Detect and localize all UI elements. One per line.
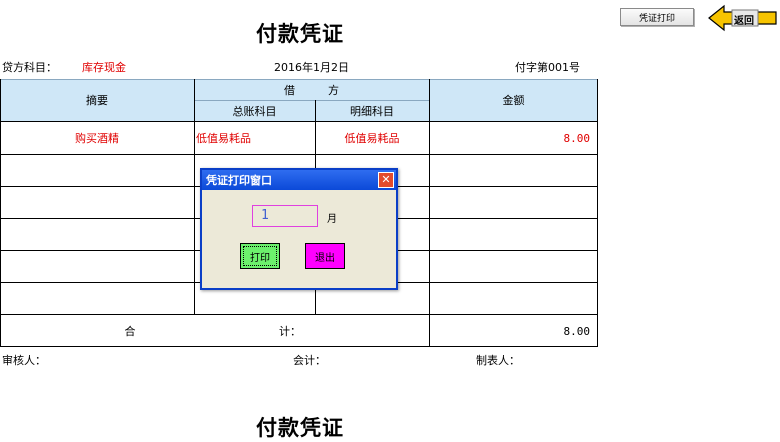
month-input[interactable]: 1 bbox=[252, 205, 318, 227]
grid-line bbox=[0, 79, 598, 80]
grid-line bbox=[194, 79, 195, 315]
voucher-print-button[interactable]: 凭证打印 bbox=[620, 8, 694, 26]
total-label-right: 计： bbox=[279, 325, 301, 338]
header-detail-account: 明细科目 bbox=[315, 100, 429, 121]
next-voucher-title: 付款凭证 bbox=[256, 415, 344, 440]
header-summary: 摘要 bbox=[0, 79, 194, 121]
voucher-number: 付字第001号 bbox=[515, 61, 580, 74]
accountant-label: 会计： bbox=[293, 354, 326, 367]
grid-line bbox=[0, 314, 598, 315]
print-dialog: 凭证打印窗口 ✕ 1 月 打印 退出 bbox=[200, 168, 398, 290]
print-button[interactable]: 打印 bbox=[240, 243, 280, 269]
grid-line bbox=[0, 79, 1, 347]
dialog-title: 凭证打印窗口 bbox=[202, 170, 396, 190]
grid-line bbox=[429, 79, 430, 347]
grid-line bbox=[0, 154, 598, 155]
header-debit: 借 方 bbox=[194, 79, 429, 100]
row-general-account: 低值易耗品 bbox=[196, 132, 251, 145]
total-amount: 8.00 bbox=[563, 324, 591, 338]
exit-button[interactable]: 退出 bbox=[305, 243, 345, 269]
total-label-left: 合 bbox=[124, 325, 136, 338]
back-button-label[interactable]: 返回 bbox=[734, 12, 754, 27]
grid-line bbox=[597, 79, 598, 347]
header-general-account: 总账科目 bbox=[194, 100, 315, 121]
month-unit-label: 月 bbox=[327, 214, 337, 225]
row-detail-account: 低值易耗品 bbox=[344, 132, 400, 145]
maker-label: 制表人： bbox=[476, 354, 520, 367]
reviewer-label: 审核人： bbox=[2, 354, 46, 367]
credit-account-value: 库存现金 bbox=[82, 61, 126, 74]
grid-line bbox=[0, 121, 598, 122]
header-amount: 金额 bbox=[429, 79, 598, 121]
close-icon[interactable]: ✕ bbox=[378, 172, 394, 188]
voucher-title: 付款凭证 bbox=[256, 21, 344, 46]
voucher-date: 2016年1月2日 bbox=[274, 61, 349, 74]
grid-line bbox=[194, 100, 429, 101]
grid-line bbox=[0, 346, 598, 347]
row-amount: 8.00 bbox=[563, 131, 591, 145]
row-summary: 购买酒精 bbox=[75, 132, 119, 145]
credit-account-label: 贷方科目： bbox=[2, 61, 57, 74]
